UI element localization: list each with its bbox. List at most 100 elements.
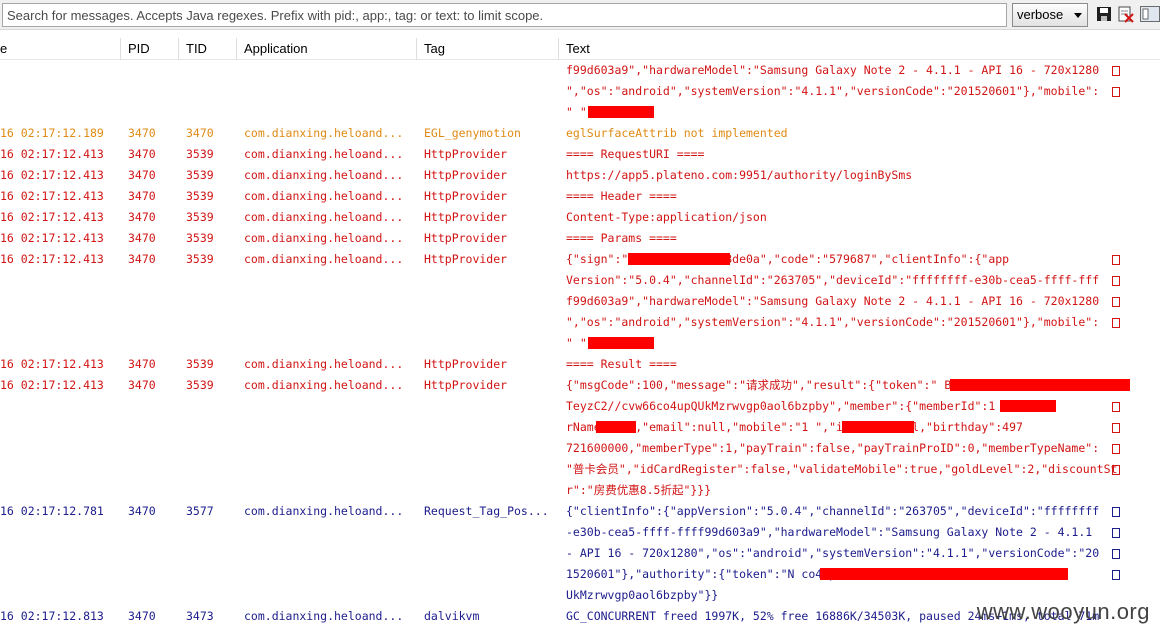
log-text: ==== Params ==== bbox=[566, 231, 677, 245]
column-divider[interactable] bbox=[178, 38, 179, 60]
log-application: com.dianxing.heloand... bbox=[244, 504, 404, 518]
log-text: ==== Result ==== bbox=[566, 357, 677, 371]
line-wrap-icon bbox=[1112, 402, 1120, 412]
log-time: 16 02:17:12.413 bbox=[0, 189, 104, 203]
watermark: www.wooyun.org bbox=[976, 599, 1150, 624]
log-time: 16 02:17:12.781 bbox=[0, 504, 104, 518]
redaction-bar bbox=[596, 421, 636, 433]
log-row-continuation[interactable]: TeyzC2//cvw66co4upQUkMzrwvgp0aol6bzpby",… bbox=[0, 396, 1160, 417]
log-row[interactable]: 16 02:17:12.413 3470 3539 com.dianxing.helo… bbox=[0, 144, 1160, 165]
log-row[interactable]: 16 02:17:12.413 3470 3539 com.dianxing.helo… bbox=[0, 249, 1160, 270]
log-pid: 3470 bbox=[128, 126, 156, 140]
log-row-continuation[interactable]: rName":" ","email":null,"mobile":"1 ","i… bbox=[0, 417, 1160, 438]
log-row[interactable]: 16 02:17:12.413 3470 3539 com.dianxing.helo… bbox=[0, 207, 1160, 228]
column-header-tid[interactable]: TID bbox=[186, 41, 207, 56]
redaction-bar bbox=[842, 421, 914, 433]
log-application: com.dianxing.heloand... bbox=[244, 357, 404, 371]
log-row-continuation[interactable]: " "} bbox=[0, 102, 1160, 123]
log-table-header: e PID TID Application Tag Text bbox=[0, 38, 1160, 60]
log-list[interactable]: f99d603a9","hardwareModel":"Samsung Gala… bbox=[0, 60, 1160, 635]
line-wrap-icon bbox=[1112, 255, 1120, 265]
save-icon[interactable] bbox=[1096, 5, 1114, 25]
log-text: ","os":"android","systemVersion":"4.1.1"… bbox=[566, 315, 1100, 329]
log-row-continuation[interactable]: -e30b-cea5-ffff-ffff99d603a9","hardwareM… bbox=[0, 522, 1160, 543]
log-time: 16 02:17:12.413 bbox=[0, 378, 104, 392]
redaction-bar bbox=[588, 337, 654, 349]
log-application: com.dianxing.heloand... bbox=[244, 609, 404, 623]
line-wrap-icon bbox=[1112, 549, 1120, 559]
log-tag: HttpProvider bbox=[424, 147, 508, 161]
log-application: com.dianxing.heloand... bbox=[244, 231, 404, 245]
log-application: com.dianxing.heloand... bbox=[244, 189, 404, 203]
log-row[interactable]: 16 02:17:12.413 3470 3539 com.dianxing.helo… bbox=[0, 165, 1160, 186]
log-row[interactable]: 16 02:17:12.413 3470 3539 com.dianxing.helo… bbox=[0, 186, 1160, 207]
log-tid: 3539 bbox=[186, 378, 214, 392]
log-level-value: verbose bbox=[1017, 7, 1064, 22]
log-tag: HttpProvider bbox=[424, 357, 508, 371]
column-header-pid[interactable]: PID bbox=[128, 41, 150, 56]
log-tid: 3539 bbox=[186, 147, 214, 161]
column-divider[interactable] bbox=[416, 38, 417, 60]
search-input[interactable] bbox=[2, 3, 1007, 27]
log-tag: HttpProvider bbox=[424, 189, 508, 203]
log-text: -e30b-cea5-ffff-ffff99d603a9","hardwareM… bbox=[566, 525, 1093, 539]
log-tag: Request_Tag_Pos... bbox=[424, 504, 549, 518]
redaction-bar bbox=[820, 568, 1068, 580]
log-time: 16 02:17:12.413 bbox=[0, 231, 104, 245]
log-row-continuation[interactable]: Version":"5.0.4","channelId":"263705","d… bbox=[0, 270, 1160, 291]
redaction-bar bbox=[588, 106, 654, 118]
log-application: com.dianxing.heloand... bbox=[244, 378, 404, 392]
toggle-columns-icon[interactable] bbox=[1140, 5, 1160, 25]
column-header-tag[interactable]: Tag bbox=[424, 41, 445, 56]
column-divider[interactable] bbox=[558, 38, 559, 60]
log-row[interactable]: 16 02:17:12.413 3470 3539 com.dianxing.helo… bbox=[0, 228, 1160, 249]
log-time: 16 02:17:12.189 bbox=[0, 126, 104, 140]
log-level-select[interactable]: verbose bbox=[1012, 3, 1088, 27]
log-row-continuation[interactable]: f99d603a9","hardwareModel":"Samsung Gala… bbox=[0, 60, 1160, 81]
log-row-continuation[interactable]: "普卡会员","idCardRegister":false,"validateM… bbox=[0, 459, 1160, 480]
log-text: r":"房费优惠8.5折起"}}} bbox=[566, 483, 712, 497]
column-header-application[interactable]: Application bbox=[244, 41, 308, 56]
log-text: - API 16 - 720x1280","os":"android","sys… bbox=[566, 546, 1100, 560]
log-row[interactable]: 16 02:17:12.413 3470 3539 com.dianxing.helo… bbox=[0, 354, 1160, 375]
log-text: " "} bbox=[566, 336, 594, 350]
log-text: Version":"5.0.4","channelId":"263705","d… bbox=[566, 273, 1100, 287]
redaction-bar bbox=[628, 253, 730, 265]
log-application: com.dianxing.heloand... bbox=[244, 168, 404, 182]
log-row-continuation[interactable]: 721600000,"memberType":1,"payTrain":fals… bbox=[0, 438, 1160, 459]
line-wrap-icon bbox=[1112, 276, 1120, 286]
log-pid: 3470 bbox=[128, 357, 156, 371]
column-header-time[interactable]: e bbox=[0, 41, 7, 56]
log-tid: 3539 bbox=[186, 210, 214, 224]
log-row-continuation[interactable]: ","os":"android","systemVersion":"4.1.1"… bbox=[0, 312, 1160, 333]
log-tid: 3473 bbox=[186, 609, 214, 623]
column-divider[interactable] bbox=[236, 38, 237, 60]
log-row-continuation[interactable]: - API 16 - 720x1280","os":"android","sys… bbox=[0, 543, 1160, 564]
log-row-continuation[interactable]: ","os":"android","systemVersion":"4.1.1"… bbox=[0, 81, 1160, 102]
line-wrap-icon bbox=[1112, 318, 1120, 328]
log-time: 16 02:17:12.413 bbox=[0, 147, 104, 161]
line-wrap-icon bbox=[1112, 528, 1120, 538]
line-wrap-icon bbox=[1112, 507, 1120, 517]
log-tag: HttpProvider bbox=[424, 252, 508, 266]
column-header-text[interactable]: Text bbox=[566, 41, 590, 56]
log-application: com.dianxing.heloand... bbox=[244, 126, 404, 140]
redaction-bar bbox=[1000, 400, 1056, 412]
log-text: TeyzC2//cvw66co4upQUkMzrwvgp0aol6bzpby",… bbox=[566, 399, 1051, 413]
clear-log-icon[interactable] bbox=[1118, 5, 1136, 25]
log-tid: 3539 bbox=[186, 252, 214, 266]
log-row[interactable]: 16 02:17:12.189 3470 3470 com.dianxing.helo… bbox=[0, 123, 1160, 144]
log-text: Content-Type:application/json bbox=[566, 210, 767, 224]
log-row-continuation[interactable]: " "} bbox=[0, 333, 1160, 354]
log-tid: 3539 bbox=[186, 168, 214, 182]
log-row[interactable]: 16 02:17:12.781 3470 3577 com.dianxing.helo… bbox=[0, 501, 1160, 522]
line-wrap-icon bbox=[1112, 444, 1120, 454]
log-row-continuation[interactable]: r":"房费优惠8.5折起"}}} bbox=[0, 480, 1160, 501]
log-pid: 3470 bbox=[128, 168, 156, 182]
log-application: com.dianxing.heloand... bbox=[244, 210, 404, 224]
log-tag: dalvikvm bbox=[424, 609, 480, 623]
log-row-continuation[interactable]: f99d603a9","hardwareModel":"Samsung Gala… bbox=[0, 291, 1160, 312]
log-text: " "} bbox=[566, 105, 594, 119]
column-divider[interactable] bbox=[120, 38, 121, 60]
log-tid: 3539 bbox=[186, 231, 214, 245]
